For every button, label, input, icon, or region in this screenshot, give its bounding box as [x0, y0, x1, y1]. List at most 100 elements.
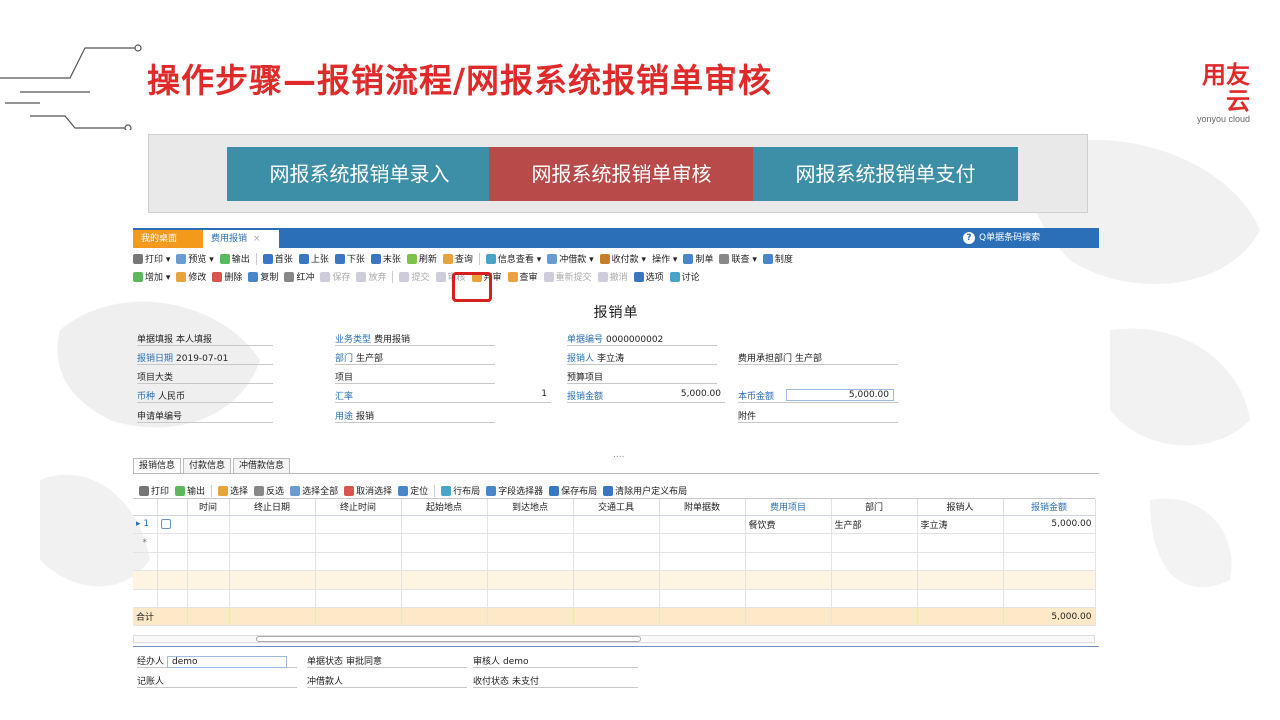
table-cell[interactable]: [229, 515, 316, 534]
grid-clear-layout-button[interactable]: 清除用户定义布局: [603, 484, 687, 497]
doc-no-field[interactable]: 单据编号 0000000002: [567, 332, 717, 346]
table-cell[interactable]: [315, 533, 402, 553]
budget-field[interactable]: 预算项目: [567, 370, 717, 384]
amount-field[interactable]: 报销金额 5,000.00: [567, 389, 725, 403]
grid-locate-button[interactable]: 定位: [398, 484, 428, 497]
operation-button[interactable]: 操作 ▾: [652, 252, 677, 265]
red-reverse-button[interactable]: 红冲: [284, 270, 314, 283]
project-field[interactable]: 项目: [335, 370, 495, 384]
table-cell[interactable]: [187, 533, 230, 553]
bookkeeper-field[interactable]: 记账人: [137, 674, 297, 688]
refresh-button[interactable]: 刷新: [406, 252, 437, 265]
exchange-rate-field[interactable]: 汇率 1: [335, 389, 551, 403]
auditor-field[interactable]: 审核人 demo: [473, 654, 638, 668]
table-row[interactable]: [133, 589, 1096, 608]
person-field[interactable]: 报销人 李立涛: [567, 351, 717, 365]
grid-select-all-button[interactable]: 选择全部: [290, 484, 338, 497]
barcode-search-input[interactable]: Q单据条码搜索: [979, 231, 1069, 245]
handler-field[interactable]: 经办人 demo: [137, 654, 297, 668]
column-header[interactable]: 终止日期: [229, 499, 316, 516]
table-row[interactable]: ▸ 1 餐饮费 生产部 李立涛 5,000.00: [133, 515, 1096, 534]
save-button[interactable]: 保存: [320, 270, 350, 283]
horizontal-scrollbar[interactable]: [133, 635, 1095, 643]
submit-button[interactable]: 提交: [399, 270, 430, 283]
table-cell[interactable]: [229, 533, 316, 553]
table-cell[interactable]: [401, 515, 488, 534]
table-cell[interactable]: [745, 533, 832, 553]
subtab-loan-offset-info[interactable]: 冲借款信息: [233, 458, 291, 473]
table-cell[interactable]: [187, 515, 230, 534]
attachment-field[interactable]: 附件: [738, 409, 898, 423]
grid-export-button[interactable]: 输出: [175, 484, 205, 497]
purpose-field[interactable]: 用途 报销: [335, 409, 495, 423]
table-cell[interactable]: [659, 533, 746, 553]
column-header[interactable]: 到达地点: [487, 499, 574, 516]
grid-invert-button[interactable]: 反选: [254, 484, 284, 497]
column-header[interactable]: 报销人: [917, 499, 1004, 516]
table-cell[interactable]: [401, 533, 488, 553]
tab-my-desktop[interactable]: 我的桌面: [133, 230, 203, 248]
print-button[interactable]: 打印 ▾: [133, 252, 170, 265]
column-header[interactable]: 终止时间: [315, 499, 402, 516]
preview-button[interactable]: 预览 ▾: [176, 252, 214, 265]
dept-field[interactable]: 部门 生产部: [335, 351, 495, 365]
link-query-button[interactable]: 联查 ▾: [719, 252, 757, 265]
doc-status-field[interactable]: 单据状态 审批同意: [307, 654, 467, 668]
subtab-payment-info[interactable]: 付款信息: [183, 458, 232, 473]
table-row[interactable]: *: [133, 533, 1096, 553]
info-view-button[interactable]: 信息查看 ▾: [485, 252, 541, 265]
last-record-button[interactable]: 末张: [370, 252, 401, 265]
currency-field[interactable]: 币种 人民币: [137, 389, 273, 403]
table-cell[interactable]: [487, 515, 574, 534]
column-header[interactable]: 报销金额: [1003, 499, 1096, 516]
grid-save-layout-button[interactable]: 保存布局: [549, 484, 597, 497]
table-cell[interactable]: [1003, 533, 1096, 553]
query-button[interactable]: 查询: [442, 252, 473, 265]
revoke-button[interactable]: 撤消: [597, 270, 628, 283]
close-icon[interactable]: ×: [253, 234, 261, 244]
column-header[interactable]: 起始地点: [401, 499, 488, 516]
audit-query-button[interactable]: 查审: [507, 270, 538, 283]
discard-button[interactable]: 放弃: [356, 270, 386, 283]
resubmit-button[interactable]: 重新提交: [543, 270, 592, 283]
column-header[interactable]: 部门: [831, 499, 918, 516]
table-cell[interactable]: 餐饮费: [745, 515, 832, 534]
payment-status-field[interactable]: 收付状态 未支付: [473, 674, 638, 688]
copy-button[interactable]: 复制: [248, 270, 278, 283]
prev-record-button[interactable]: 上张: [298, 252, 329, 265]
grid-field-chooser-button[interactable]: 字段选择器: [486, 484, 543, 497]
offset-loan-button[interactable]: 冲借款 ▾: [547, 252, 594, 265]
next-record-button[interactable]: 下张: [334, 252, 365, 265]
cost-dept-field[interactable]: 费用承担部门 生产部: [738, 351, 898, 365]
biz-type-field[interactable]: 业务类型 费用报销: [335, 332, 495, 346]
discuss-button[interactable]: 讨论: [669, 270, 700, 283]
grid-print-button[interactable]: 打印: [139, 484, 169, 497]
table-cell[interactable]: 5,000.00: [1003, 515, 1096, 534]
make-voucher-button[interactable]: 制单: [683, 252, 713, 265]
local-amount-field[interactable]: 本币金额 5,000.00: [738, 389, 898, 403]
policy-button[interactable]: 制度: [762, 252, 793, 265]
column-header[interactable]: 费用项目: [745, 499, 832, 516]
add-button[interactable]: 增加 ▾: [133, 270, 170, 283]
table-row[interactable]: [133, 552, 1096, 571]
table-cell[interactable]: [831, 533, 918, 553]
grid-row-layout-button[interactable]: 行布局: [441, 484, 480, 497]
edit-button[interactable]: 修改: [176, 270, 206, 283]
export-button[interactable]: 输出: [219, 252, 250, 265]
table-cell[interactable]: [487, 533, 574, 553]
tab-expense-reimbursement[interactable]: 费用报销 ×: [203, 230, 279, 248]
apply-no-field[interactable]: 申请单编号: [137, 409, 273, 423]
column-header[interactable]: 交通工具: [573, 499, 660, 516]
table-cell[interactable]: 生产部: [831, 515, 918, 534]
table-cell[interactable]: [315, 515, 402, 534]
first-record-button[interactable]: 首张: [262, 252, 293, 265]
fill-type-field[interactable]: 单据填报 本人填报: [137, 332, 273, 346]
scrollbar-thumb[interactable]: [256, 636, 641, 642]
table-cell[interactable]: [917, 533, 1004, 553]
grid-deselect-button[interactable]: 取消选择: [344, 484, 392, 497]
project-category-field[interactable]: 项目大类: [137, 370, 273, 384]
column-header[interactable]: 时间: [187, 499, 230, 516]
delete-button[interactable]: 删除: [212, 270, 242, 283]
table-cell[interactable]: [573, 515, 660, 534]
table-cell[interactable]: 李立涛: [917, 515, 1004, 534]
